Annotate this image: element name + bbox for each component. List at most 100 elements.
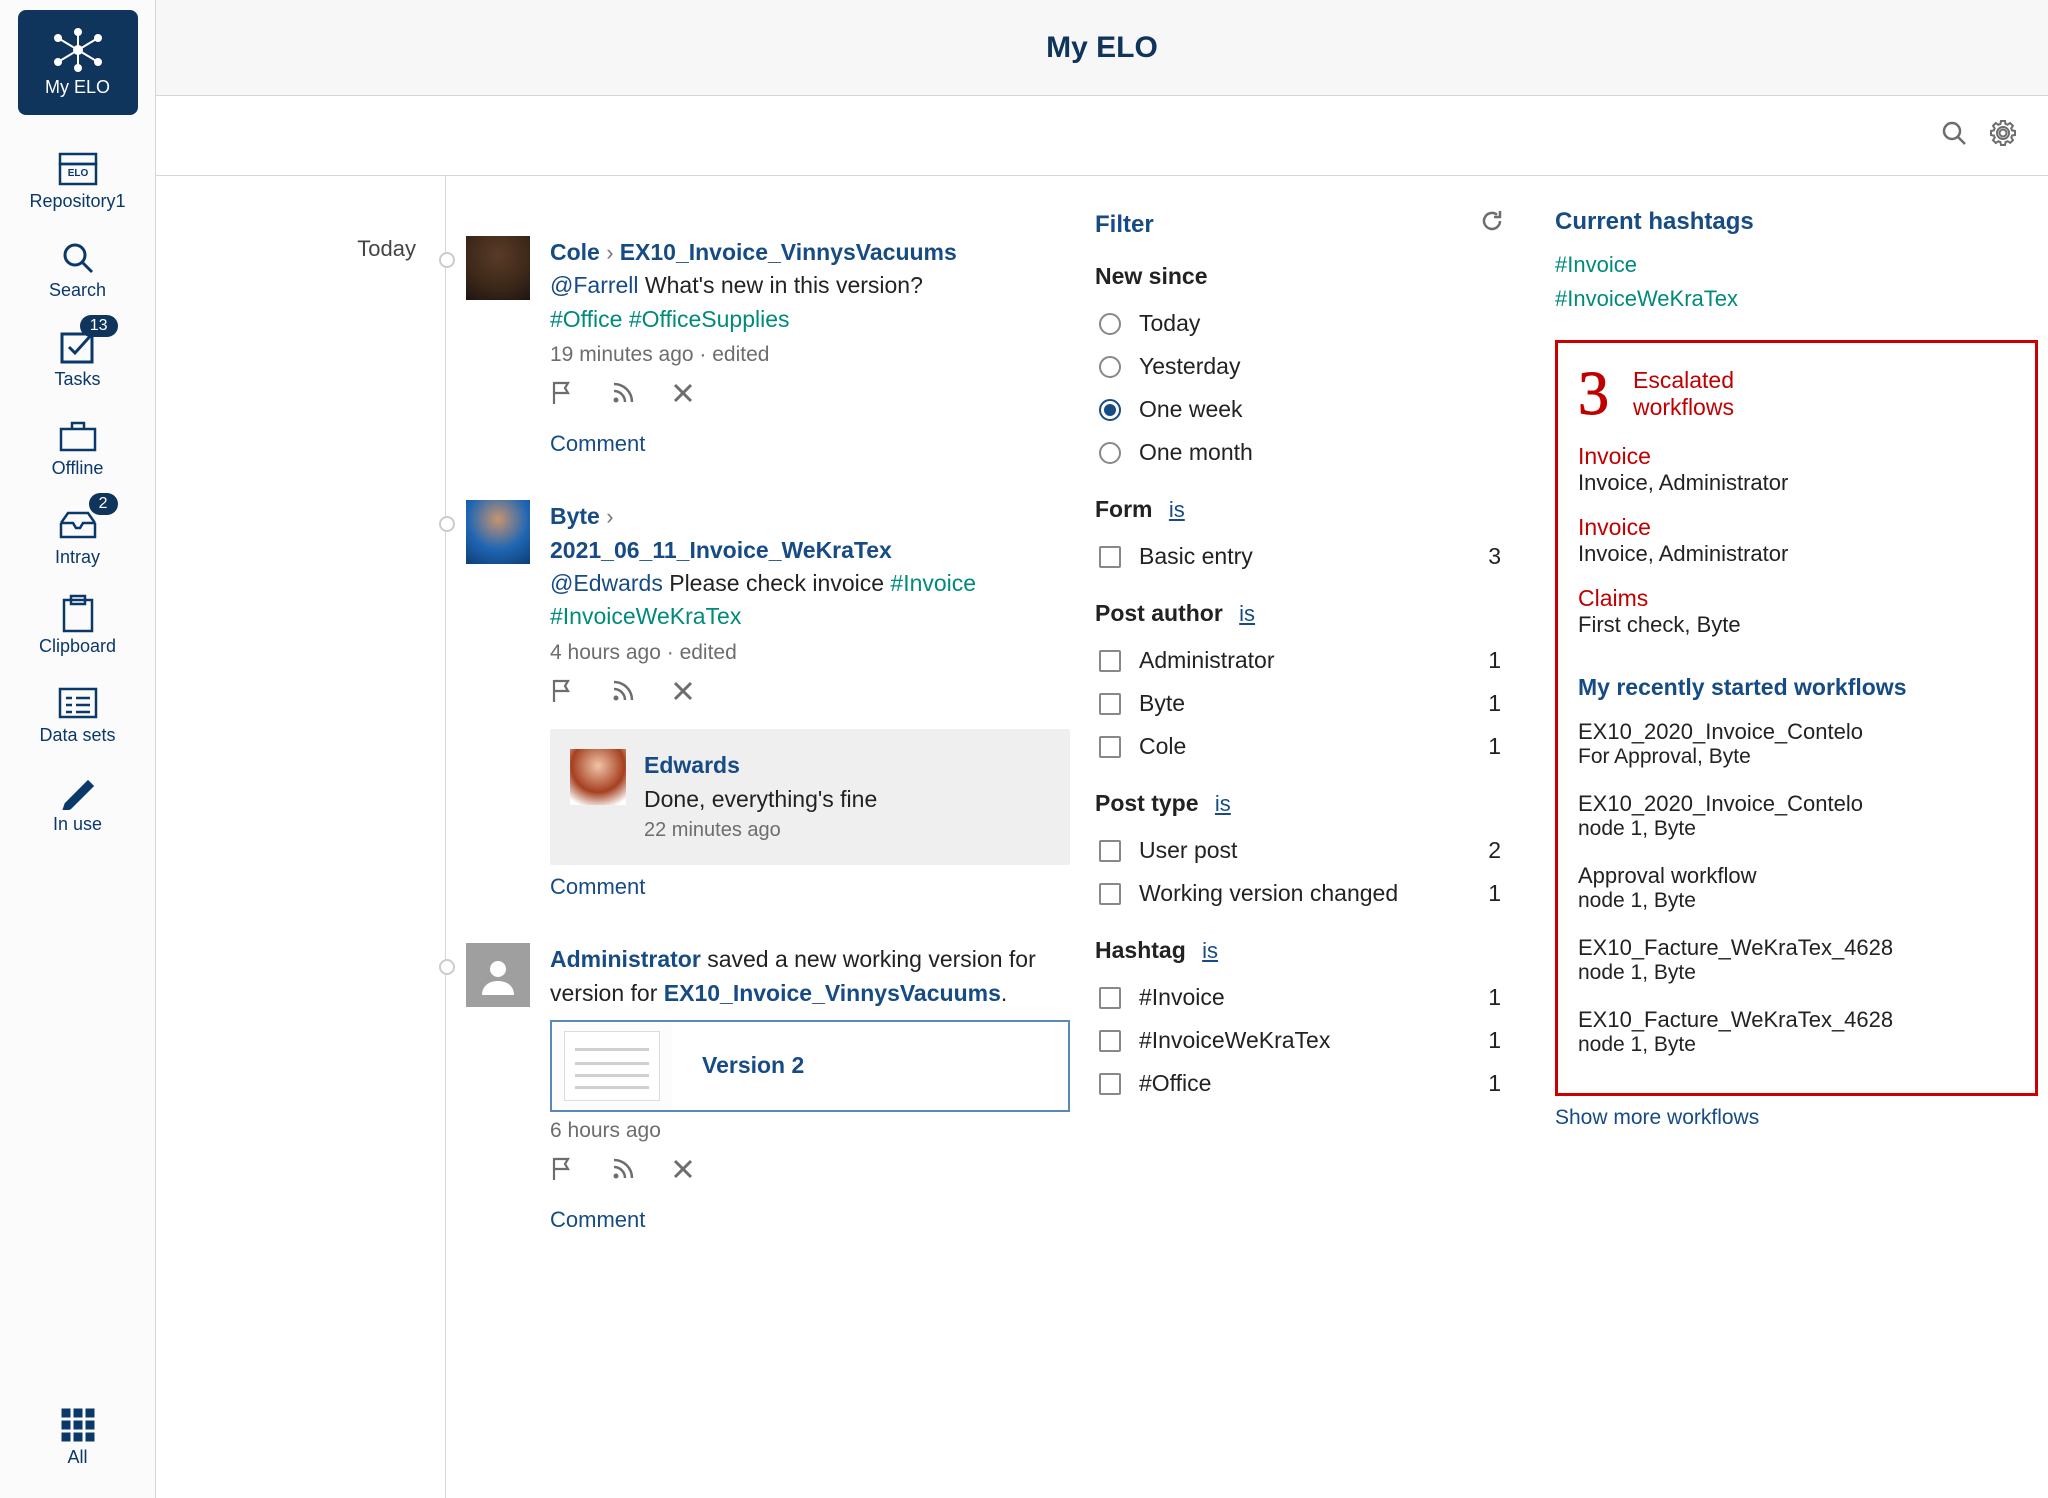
escalated-item-sub: Invoice, Administrator	[1578, 541, 2015, 567]
flag-icon[interactable]	[550, 380, 574, 415]
post-mention[interactable]: @Farrell	[550, 272, 639, 298]
post-inline-hashtag[interactable]: #Invoice	[890, 570, 976, 596]
recent-workflows-heading: My recently started workflows	[1578, 674, 2015, 701]
filter-is-link[interactable]: is	[1215, 791, 1231, 816]
comment-link[interactable]: Comment	[550, 871, 645, 903]
filter-group-author: Post author	[1095, 600, 1223, 626]
comment-link[interactable]: Comment	[550, 428, 645, 460]
hashtag-link[interactable]: #InvoiceWeKraTex	[1555, 286, 2038, 312]
rss-icon[interactable]	[610, 380, 636, 415]
sidebar-item-search[interactable]: Search	[0, 224, 155, 313]
post-hashtags[interactable]: #Office #OfficeSupplies	[550, 303, 1075, 336]
filter-heading: Filter	[1095, 211, 1154, 239]
post-subject[interactable]: EX10_Invoice_VinnysVacuums	[664, 980, 1001, 1006]
filter-checkbox[interactable]: Byte1	[1095, 682, 1505, 725]
sidebar-item-datasets[interactable]: Data sets	[0, 669, 155, 758]
post-author[interactable]: Byte	[550, 503, 600, 529]
check-count: 2	[1488, 837, 1501, 864]
check-label: Working version changed	[1139, 880, 1398, 907]
close-icon[interactable]	[672, 1156, 694, 1191]
filter-is-link[interactable]: is	[1202, 938, 1218, 963]
filter-column: Filter New since Today Yesterday One wee…	[1085, 176, 1525, 1498]
filter-checkbox[interactable]: Cole1	[1095, 725, 1505, 768]
post-actions	[550, 668, 1075, 719]
filter-checkbox[interactable]: #Office1	[1095, 1062, 1505, 1105]
post-body-text: Please check invoice	[669, 570, 884, 596]
show-more-workflows-link[interactable]: Show more workflows	[1555, 1106, 2038, 1130]
check-count: 1	[1488, 1027, 1501, 1054]
sidebar-item-repository[interactable]: ELO Repository1	[0, 135, 155, 224]
title-bar: My ELO	[156, 0, 2048, 96]
check-label: #InvoiceWeKraTex	[1139, 1027, 1330, 1054]
escalated-item-sub: Invoice, Administrator	[1578, 470, 2015, 496]
checkbox-icon: 13	[56, 325, 100, 369]
avatar[interactable]	[466, 236, 530, 300]
my-elo-tile[interactable]: My ELO	[18, 10, 138, 115]
hashtag-link[interactable]: #Invoice	[1555, 252, 2038, 278]
sidebar-item-inuse[interactable]: In use	[0, 758, 155, 847]
filter-option[interactable]: Today	[1095, 302, 1505, 345]
avatar[interactable]	[570, 749, 626, 805]
tasks-badge: 13	[80, 315, 118, 337]
escalated-item[interactable]: Invoice Invoice, Administrator	[1578, 443, 2015, 496]
comment-link[interactable]: Comment	[550, 1204, 645, 1236]
filter-checkbox[interactable]: #InvoiceWeKraTex 1	[1095, 1019, 1505, 1062]
rss-icon[interactable]	[610, 1156, 636, 1191]
filter-checkbox[interactable]: Basic entry3	[1095, 535, 1505, 578]
version-card[interactable]: Version 2	[550, 1020, 1070, 1112]
post-hashtag[interactable]: #InvoiceWeKraTex	[550, 600, 1075, 633]
workflow-title: EX10_Facture_WeKraTex_4628	[1578, 935, 2015, 961]
filter-option[interactable]: One month	[1095, 431, 1505, 474]
filter-option[interactable]: Yesterday	[1095, 345, 1505, 388]
filter-is-link[interactable]: is	[1169, 497, 1185, 522]
avatar[interactable]	[466, 943, 530, 1007]
post-meta: 19 minutes ago · edited	[550, 340, 1075, 370]
sidebar-item-clipboard[interactable]: Clipboard	[0, 580, 155, 669]
workflow-item[interactable]: EX10_2020_Invoice_Contelonode 1, Byte	[1578, 791, 2015, 841]
escalated-item[interactable]: Invoice Invoice, Administrator	[1578, 514, 2015, 567]
gear-icon[interactable]	[1988, 118, 2018, 154]
flag-icon[interactable]	[550, 1156, 574, 1191]
filter-checkbox[interactable]: Administrator1	[1095, 639, 1505, 682]
check-label: #Invoice	[1139, 984, 1225, 1011]
escalated-item[interactable]: Claims First check, Byte	[1578, 585, 2015, 638]
filter-checkbox[interactable]: #Invoice1	[1095, 976, 1505, 1019]
post-author[interactable]: Cole	[550, 239, 600, 265]
sidebar-item-tasks[interactable]: 13 Tasks	[0, 313, 155, 402]
workflow-title: EX10_Facture_WeKraTex_4628	[1578, 1007, 2015, 1033]
close-icon[interactable]	[672, 678, 694, 713]
feed-column: Cole › EX10_Invoice_VinnysVacuums @Farre…	[445, 176, 1085, 1498]
filter-checkbox[interactable]: User post2	[1095, 829, 1505, 872]
workflow-item[interactable]: EX10_Facture_WeKraTex_4628node 1, Byte	[1578, 935, 2015, 985]
briefcase-icon	[56, 414, 100, 458]
avatar[interactable]	[466, 500, 530, 564]
sidebar-item-all[interactable]: All	[0, 1391, 155, 1480]
sidebar-item-intray[interactable]: 2 Intray	[0, 491, 155, 580]
post-actions	[550, 1146, 1075, 1197]
filter-checkbox[interactable]: Working version changed1	[1095, 872, 1505, 915]
page-title: My ELO	[1046, 31, 1158, 65]
filter-is-link[interactable]: is	[1239, 601, 1255, 626]
pencil-icon	[56, 770, 100, 814]
workflow-item[interactable]: Approval workflownode 1, Byte	[1578, 863, 2015, 913]
post-subject[interactable]: EX10_Invoice_VinnysVacuums	[620, 239, 957, 265]
reload-icon[interactable]	[1479, 208, 1505, 241]
search-icon[interactable]	[1940, 119, 1968, 153]
workflow-item[interactable]: EX10_2020_Invoice_ConteloFor Approval, B…	[1578, 719, 2015, 769]
check-count: 1	[1488, 647, 1501, 674]
post-mention[interactable]: @Edwards	[550, 570, 663, 596]
post-author[interactable]: Administrator	[550, 946, 701, 972]
feed-post: Byte › 2021_06_11_Invoice_WeKraTex @Edwa…	[446, 470, 1085, 913]
post-subject[interactable]: 2021_06_11_Invoice_WeKraTex	[550, 537, 892, 563]
search-icon	[56, 236, 100, 280]
sidebar-item-label: Tasks	[54, 369, 100, 390]
filter-option[interactable]: One week	[1095, 388, 1505, 431]
sidebar-item-offline[interactable]: Offline	[0, 402, 155, 491]
workflow-title: Approval workflow	[1578, 863, 2015, 889]
rss-icon[interactable]	[610, 678, 636, 713]
reply-author[interactable]: Edwards	[644, 749, 877, 782]
post-meta: 6 hours ago	[550, 1116, 1075, 1146]
flag-icon[interactable]	[550, 678, 574, 713]
close-icon[interactable]	[672, 380, 694, 415]
workflow-item[interactable]: EX10_Facture_WeKraTex_4628node 1, Byte	[1578, 1007, 2015, 1057]
